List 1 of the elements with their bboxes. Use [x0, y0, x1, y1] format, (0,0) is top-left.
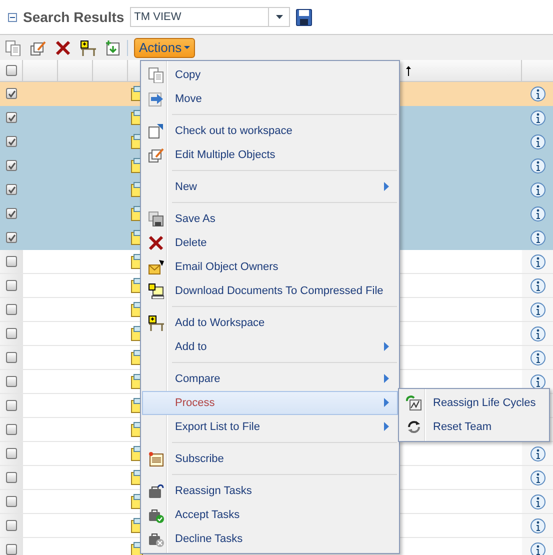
section-title: Search Results [23, 9, 124, 25]
